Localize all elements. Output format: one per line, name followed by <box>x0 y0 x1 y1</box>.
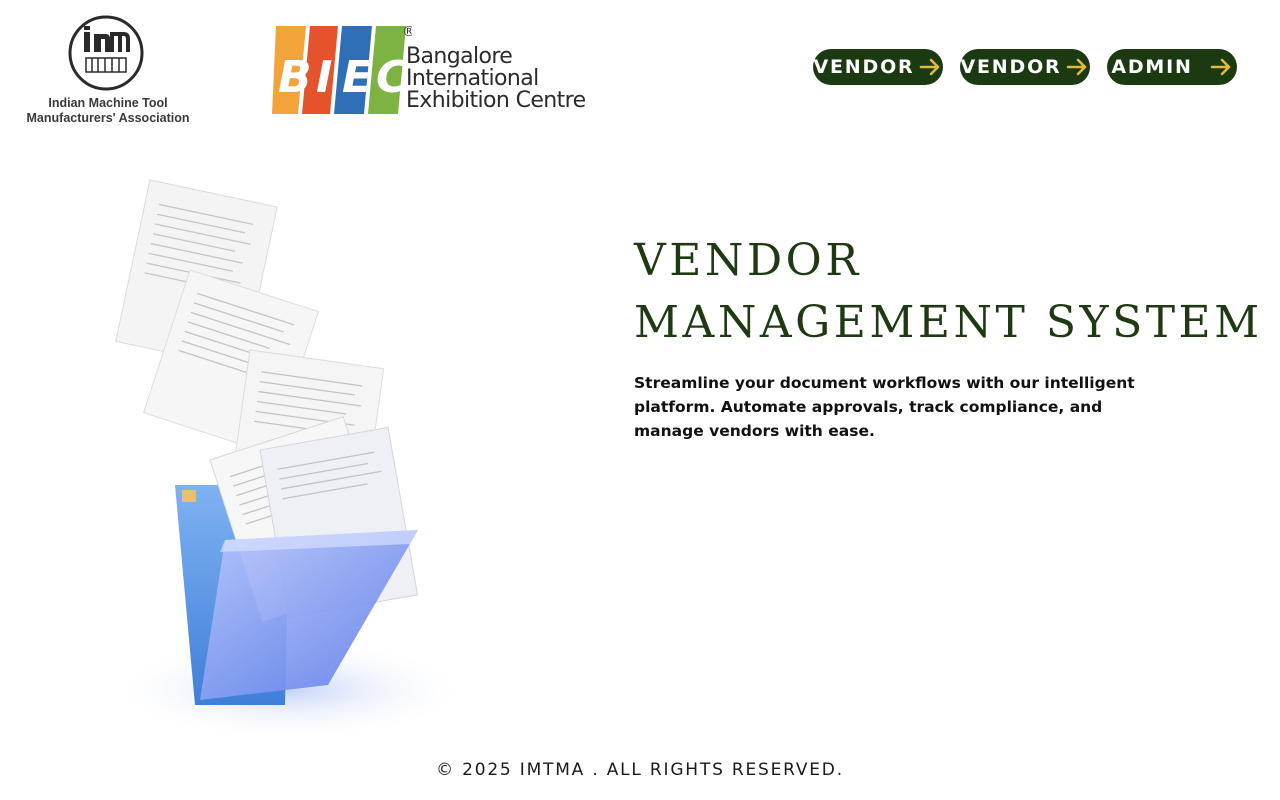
biec-letter-b: B <box>278 52 312 103</box>
biec-letter-i: I <box>316 52 332 103</box>
biec-letter-e: E <box>342 52 372 103</box>
page-title-line1: VENDOR <box>634 235 862 286</box>
biec-name-line3: Exhibition Centre <box>406 88 586 113</box>
hero-description: Streamline your document workflows with … <box>634 374 1135 440</box>
documents-folder-illustration <box>90 160 510 760</box>
biec-letter-c: C <box>376 52 408 103</box>
admin-button-label: ADMIN <box>1111 56 1193 78</box>
imtma-name-line2: Manufacturers' Association <box>26 111 190 125</box>
biec-logo: B I E C ® Bangalore International Exhibi… <box>272 22 594 118</box>
flying-documents-folder-image <box>110 179 470 740</box>
imtma-logo-name: Indian Machine Tool Manufacturers' Assoc… <box>18 96 198 126</box>
biec-logo-name: Bangalore International Exhibition Centr… <box>406 46 596 112</box>
arrow-right-icon <box>920 58 940 76</box>
footer-copyright: © 2025 IMTMA . ALL RIGHTS RESERVED. <box>436 760 844 780</box>
arrow-right-icon <box>1210 58 1230 76</box>
imtma-emblem-icon <box>68 15 144 91</box>
page-title-line2: MANAGEMENT SYSTEM <box>634 297 1263 348</box>
admin-button[interactable]: ADMIN <box>1107 49 1237 85</box>
imtma-logo: Indian Machine Tool Manufacturers' Assoc… <box>18 14 200 126</box>
biec-name-line1: Bangalore <box>406 44 513 69</box>
biec-name-line2: International <box>406 66 539 91</box>
imtma-name-line1: Indian Machine Tool <box>48 96 168 110</box>
biec-letters-mark: B I E C ® <box>272 24 416 114</box>
arrow-right-icon <box>1067 58 1087 76</box>
vendor-button[interactable]: VENDOR <box>813 49 943 85</box>
registered-mark: ® <box>402 24 412 40</box>
vendor-secondary-button-label: VENDOR <box>960 56 1062 78</box>
vendor-secondary-button[interactable]: VENDOR <box>960 49 1090 85</box>
vendor-button-label: VENDOR <box>813 56 915 78</box>
page-title: VENDOR MANAGEMENT SYSTEM <box>634 230 1274 354</box>
